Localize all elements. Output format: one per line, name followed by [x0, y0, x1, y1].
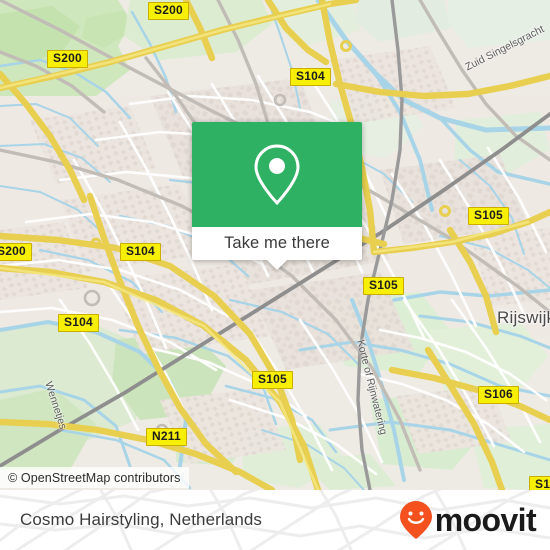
road-shield: S104: [58, 314, 99, 332]
take-me-there-label[interactable]: Take me there: [192, 227, 362, 260]
road-shield: S106: [478, 386, 519, 404]
road-shield: S105: [363, 277, 404, 295]
road-shield: S200: [148, 2, 189, 20]
callout-photo-placeholder: [192, 122, 362, 227]
moovit-smiley-pin-icon: [399, 501, 432, 539]
footer-bar: Cosmo Hairstyling, Netherlands moovit: [0, 490, 550, 550]
road-shield: S104: [290, 68, 331, 86]
road-shield: S105: [252, 371, 293, 389]
page-title: Cosmo Hairstyling, Netherlands: [20, 510, 263, 529]
map-pin-icon: [254, 143, 300, 205]
place-label-rijswijk: Rijswijk: [497, 308, 550, 327]
map-attribution[interactable]: © OpenStreetMap contributors: [0, 467, 189, 488]
road-shield: S104: [120, 243, 161, 261]
moovit-logo[interactable]: moovit: [399, 490, 537, 550]
attribution-text: © OpenStreetMap contributors: [8, 470, 181, 485]
map-screenshot: S200 S200 S104 S200 S104 S105 S105 S104 …: [0, 0, 550, 550]
road-shield: S105: [468, 207, 509, 225]
road-shield: N211: [146, 428, 187, 446]
moovit-wordmark: moovit: [434, 502, 537, 538]
road-shield: S200: [47, 50, 88, 68]
location-callout-card[interactable]: Take me there: [192, 122, 362, 270]
road-shield: S200: [0, 243, 32, 261]
road-shield: S10: [529, 476, 550, 490]
callout-pointer: [267, 260, 287, 270]
